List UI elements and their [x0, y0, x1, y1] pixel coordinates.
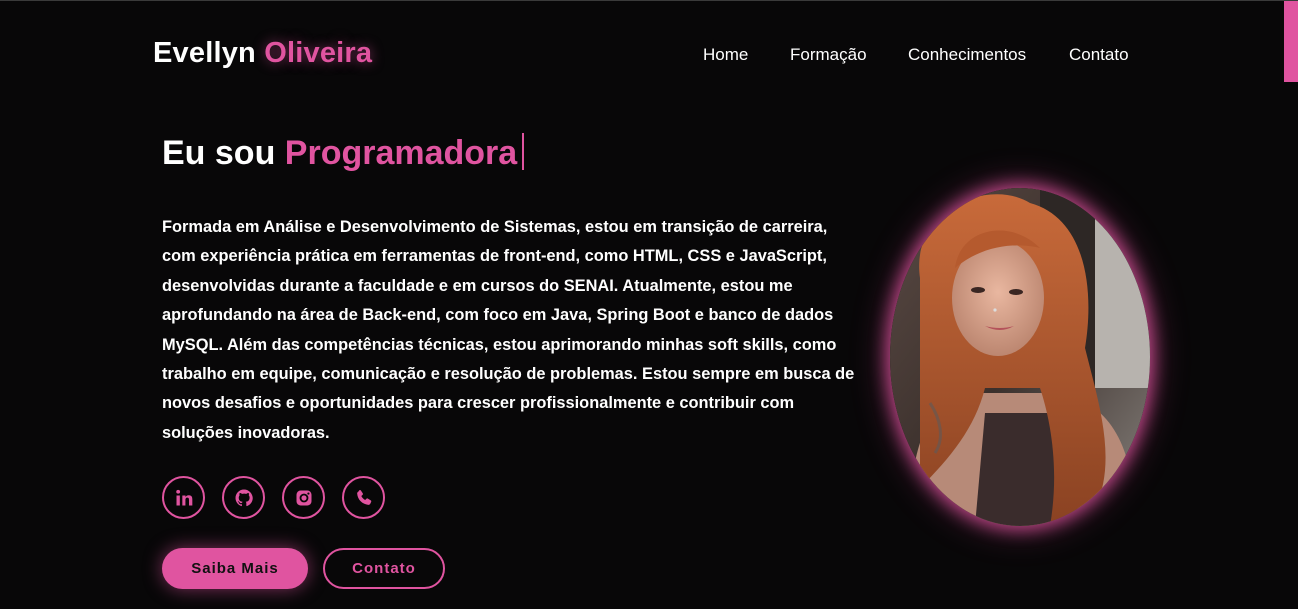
social-links: [162, 476, 385, 519]
window-top-border: [0, 0, 1298, 1]
hero-bio: Formada em Análise e Desenvolvimento de …: [162, 218, 855, 442]
phone-icon: [356, 489, 371, 505]
hero-headline: Eu sou Programadora: [162, 133, 525, 173]
scrollbar-thumb[interactable]: [1284, 1, 1298, 82]
nav-link-contato[interactable]: Contato: [1069, 45, 1129, 64]
linkedin-link[interactable]: [162, 476, 205, 519]
phone-link[interactable]: [342, 476, 385, 519]
contato-button[interactable]: Contato: [323, 548, 445, 589]
nav-link-conhecimentos[interactable]: Conhecimentos: [908, 45, 1026, 64]
typing-caret: [522, 133, 525, 170]
instagram-icon: [296, 490, 311, 505]
profile-photo: [890, 188, 1150, 526]
logo-last-name: Oliveira: [264, 37, 373, 69]
logo-first-name: Evellyn: [153, 37, 256, 69]
headline-typed-word: Programadora: [284, 134, 518, 172]
github-icon: [235, 489, 253, 506]
headline-prefix: Eu sou: [162, 134, 276, 172]
profile-photo-illustration: [890, 188, 1150, 526]
saiba-mais-button[interactable]: Saiba Mais: [162, 548, 308, 589]
nav-link-formacao[interactable]: Formação: [790, 45, 867, 64]
github-link[interactable]: [222, 476, 265, 519]
instagram-link[interactable]: [282, 476, 325, 519]
nav-link-home[interactable]: Home: [703, 45, 748, 64]
linkedin-icon: [175, 489, 192, 505]
site-logo[interactable]: Evellyn Oliveira: [153, 37, 372, 70]
